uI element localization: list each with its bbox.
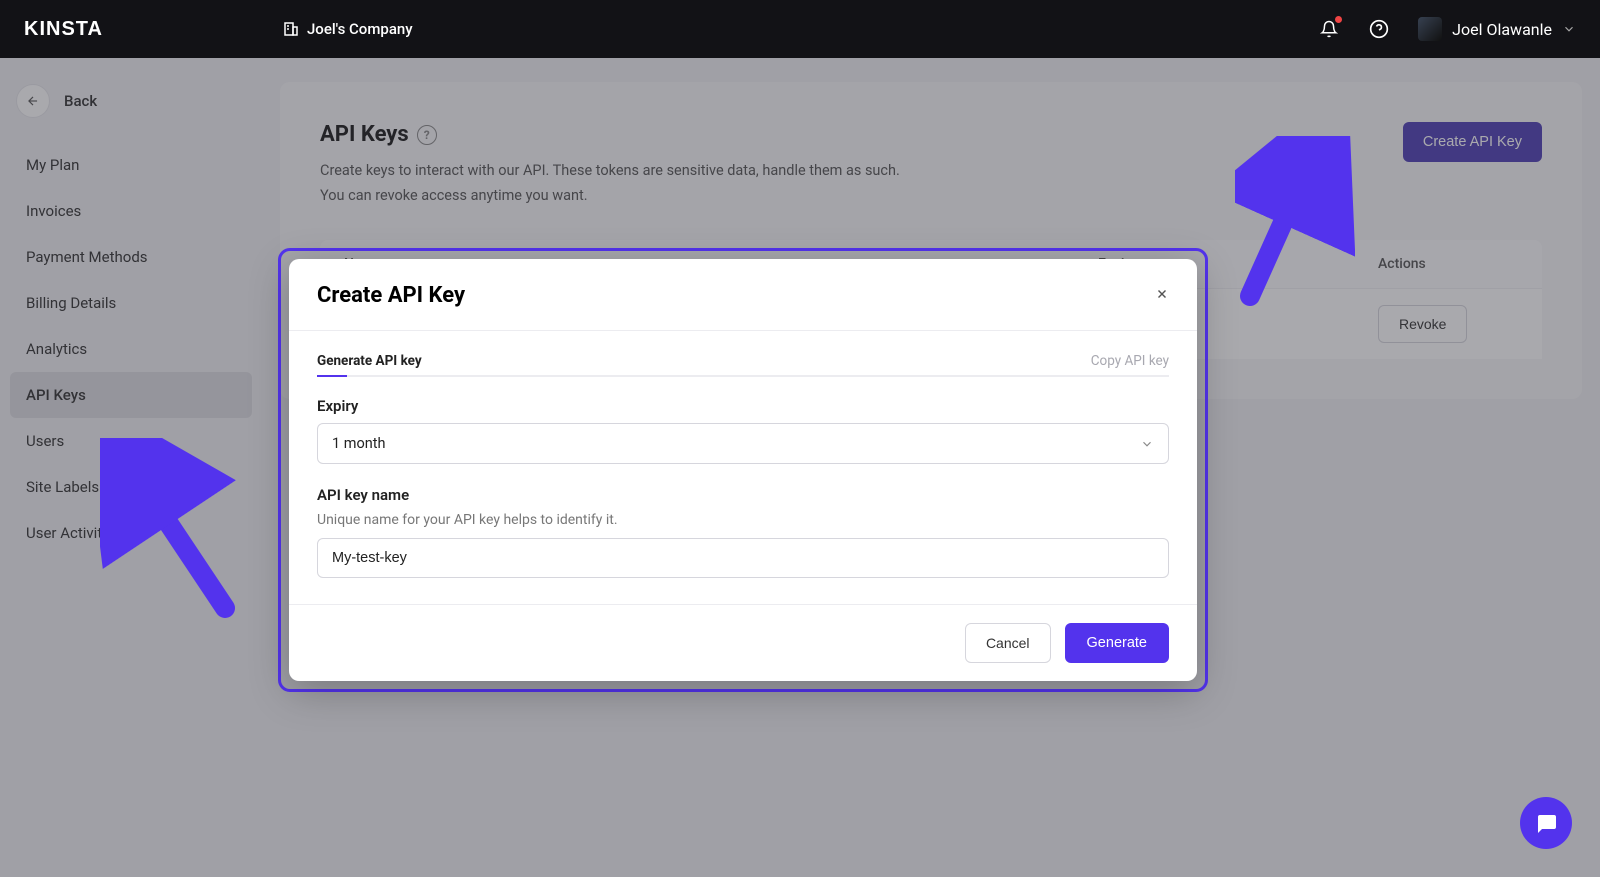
api-key-name-input[interactable] xyxy=(317,538,1169,578)
modal-steps: Generate API key Copy API key xyxy=(317,353,1169,369)
chevron-down-icon xyxy=(1562,22,1576,36)
header-right: Joel Olawanle xyxy=(1318,17,1576,41)
notifications-button[interactable] xyxy=(1318,18,1340,40)
building-icon xyxy=(283,21,299,37)
api-key-name-label: API key name xyxy=(317,486,1169,504)
step-copy: Copy API key xyxy=(1091,353,1169,369)
logo: KINSTA xyxy=(24,18,103,41)
modal-highlight-border: Create API Key Generate API key Copy API… xyxy=(278,248,1208,692)
modal-close-button[interactable] xyxy=(1155,286,1169,305)
avatar xyxy=(1418,17,1442,41)
company-name: Joel's Company xyxy=(307,20,413,38)
annotation-arrow-button xyxy=(1235,136,1355,306)
chevron-down-icon xyxy=(1140,437,1154,451)
expiry-select[interactable]: 1 month xyxy=(317,423,1169,464)
api-key-name-hint: Unique name for your API key helps to id… xyxy=(317,512,1169,528)
modal-title: Create API Key xyxy=(317,283,465,308)
step-progress-track xyxy=(317,375,1169,377)
cancel-button[interactable]: Cancel xyxy=(965,623,1051,663)
user-name: Joel Olawanle xyxy=(1452,20,1552,39)
annotation-arrow-sidebar xyxy=(100,438,240,618)
step-generate: Generate API key xyxy=(317,353,422,369)
bell-icon xyxy=(1320,20,1338,38)
help-button[interactable] xyxy=(1368,18,1390,40)
company-selector[interactable]: Joel's Company xyxy=(283,20,413,38)
top-header: KINSTA Joel's Company Joel Olawanle xyxy=(0,0,1600,58)
create-api-key-modal: Create API Key Generate API key Copy API… xyxy=(289,259,1197,681)
expiry-label: Expiry xyxy=(317,397,1169,415)
generate-button[interactable]: Generate xyxy=(1065,623,1169,663)
chat-icon xyxy=(1534,811,1558,835)
expiry-value: 1 month xyxy=(332,435,385,452)
notification-dot xyxy=(1335,16,1342,23)
user-menu[interactable]: Joel Olawanle xyxy=(1418,17,1576,41)
intercom-chat-button[interactable] xyxy=(1520,797,1572,849)
step-progress-fill xyxy=(317,375,347,377)
help-icon xyxy=(1369,19,1389,39)
close-icon xyxy=(1155,287,1169,301)
